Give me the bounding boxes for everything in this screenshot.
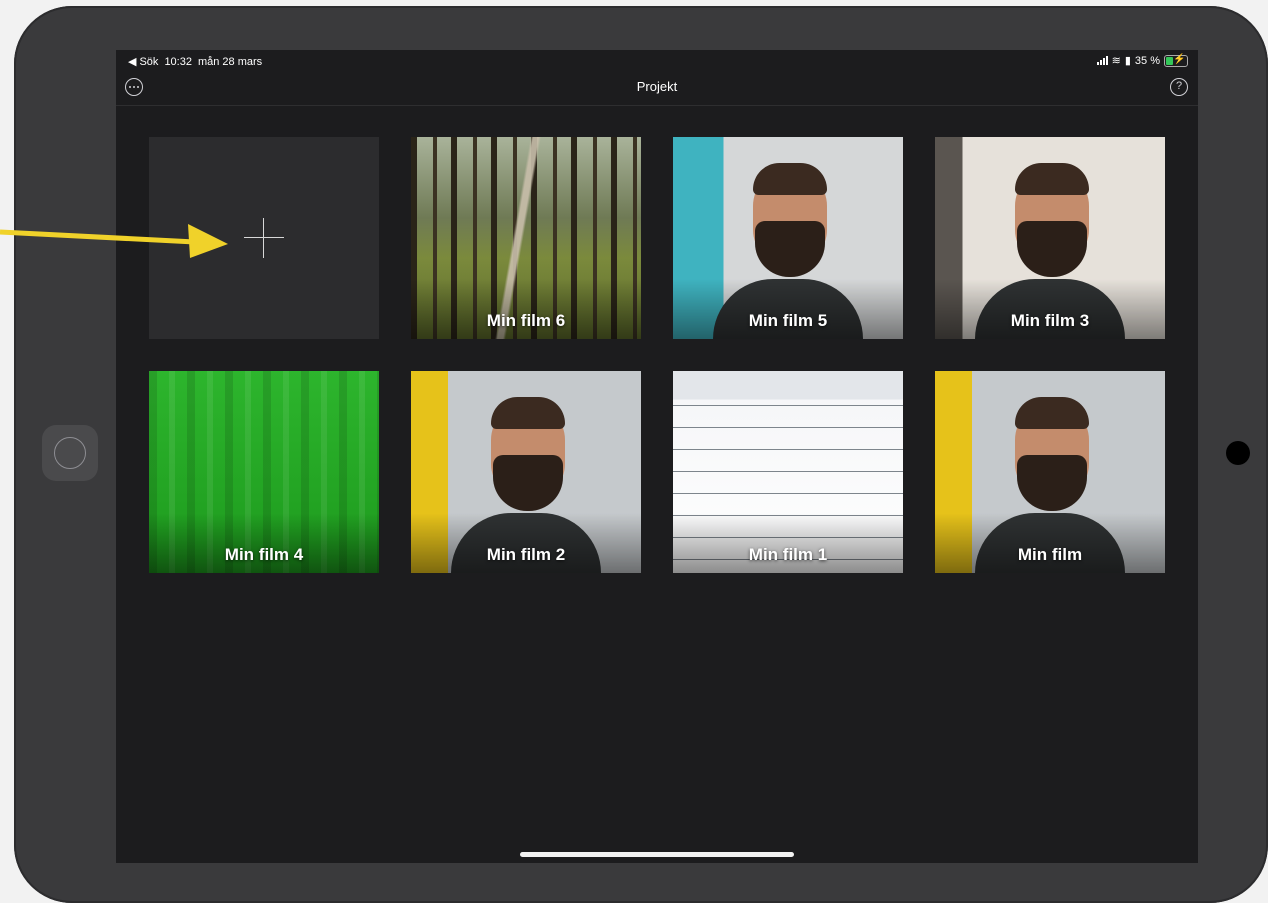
home-button-ring [54,437,86,469]
battery-icon: ⚡ [1164,54,1188,67]
project-title: Min film 1 [748,545,828,564]
screen: ◀ Sök 10:32 mån 28 mars ≋ ▮ 35 % ⚡ Proje… [116,50,1198,863]
project-title: Min film 5 [748,311,828,330]
project-tile[interactable]: Min film 5 [673,137,903,339]
plus-icon [244,237,284,238]
project-tile[interactable]: Min film 2 [411,371,641,573]
project-tile[interactable]: Min film 1 [673,371,903,573]
camera-dot [1226,441,1250,465]
signal-icon [1096,56,1108,65]
page-title: Projekt [636,79,678,94]
back-to-search[interactable]: ◀ Sök [128,55,159,69]
project-title: Min film 3 [1010,311,1090,330]
project-tile[interactable]: Min film 6 [411,137,641,339]
back-label: Sök [139,55,159,68]
lock-rotation-icon: ▮ [1124,55,1131,67]
battery-percent: 35 % [1134,54,1160,67]
project-title: Min film 6 [486,311,566,330]
help-icon[interactable]: ? [1170,78,1188,96]
status-time: 10:32 [164,55,192,68]
arrow-annotation-icon [0,224,228,258]
project-title: Min film 4 [224,545,304,564]
project-tile[interactable]: Min film 3 [935,137,1165,339]
status-date: mån 28 mars [197,55,263,68]
plus-icon-vertical [263,218,264,258]
project-tile[interactable]: Min film 4 [149,371,379,573]
status-left: ◀ Sök 10:32 mån 28 mars [128,55,263,69]
back-arrow-icon: ◀ [128,56,137,68]
status-bar: ◀ Sök 10:32 mån 28 mars ≋ ▮ 35 % ⚡ [116,50,1198,70]
home-indicator[interactable] [520,852,794,857]
home-button[interactable] [42,425,98,481]
wifi-icon: ≋ [1111,55,1121,67]
status-right: ≋ ▮ 35 % ⚡ [1096,54,1188,67]
project-title: Min film 2 [486,545,566,564]
nav-bar: Projekt ? [116,70,1198,106]
project-title: Min film [1017,545,1083,564]
project-tile[interactable]: Min film [935,371,1165,573]
